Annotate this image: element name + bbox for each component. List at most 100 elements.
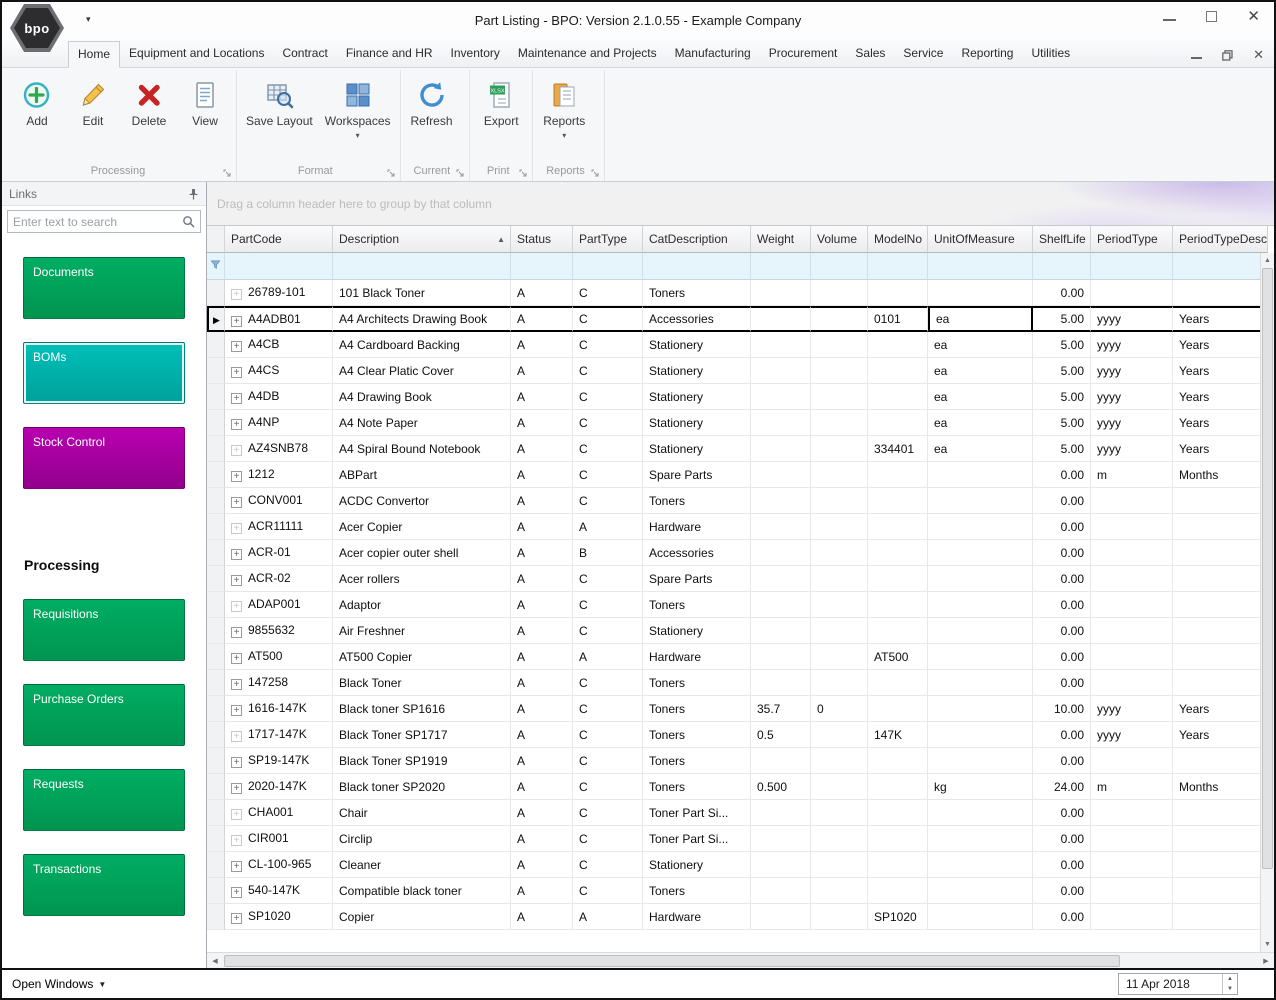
cell-periodtype[interactable]: m xyxy=(1091,774,1173,800)
filter-cell-periodtype[interactable] xyxy=(1091,253,1173,280)
cell-partcode[interactable]: +2020-147K xyxy=(225,774,333,800)
cell-periodtypedesc[interactable] xyxy=(1173,566,1268,592)
column-header-modelno[interactable]: ModelNo xyxy=(868,226,928,253)
cell-shelflife[interactable]: 0.00 xyxy=(1033,800,1091,826)
column-header-parttype[interactable]: PartType xyxy=(573,226,643,253)
cell-description[interactable]: A4 Cardboard Backing xyxy=(333,332,511,358)
cell-catdescription[interactable]: Toners xyxy=(643,280,751,306)
cell-unitofmeasure[interactable] xyxy=(928,644,1033,670)
sidebar-item-stock-control[interactable]: Stock Control xyxy=(23,427,185,489)
cell-parttype[interactable]: C xyxy=(573,774,643,800)
cell-periodtype[interactable] xyxy=(1091,852,1173,878)
cell-description[interactable]: Black Toner SP1717 xyxy=(333,722,511,748)
cell-unitofmeasure[interactable] xyxy=(928,540,1033,566)
filter-cell-shelflife[interactable] xyxy=(1033,253,1091,280)
dialog-launcher-icon[interactable] xyxy=(456,169,464,177)
cell-partcode[interactable]: +ACR11111 xyxy=(225,514,333,540)
cell-periodtypedesc[interactable] xyxy=(1173,878,1268,904)
cell-catdescription[interactable]: Spare Parts xyxy=(643,462,751,488)
cell-weight[interactable] xyxy=(751,748,811,774)
row-indicator-cell[interactable] xyxy=(207,566,225,592)
cell-weight[interactable] xyxy=(751,540,811,566)
mdi-restore-button[interactable] xyxy=(1222,50,1233,61)
cell-periodtype[interactable]: yyyy xyxy=(1091,410,1173,436)
cell-catdescription[interactable]: Toners xyxy=(643,774,751,800)
cell-description[interactable]: ACDC Convertor xyxy=(333,488,511,514)
dialog-launcher-icon[interactable] xyxy=(519,169,527,177)
sidebar-item-purchase-orders[interactable]: Purchase Orders xyxy=(23,684,185,746)
cell-description[interactable]: Cleaner xyxy=(333,852,511,878)
cell-modelno[interactable] xyxy=(868,332,928,358)
cell-periodtypedesc[interactable]: Years xyxy=(1173,722,1268,748)
filter-cell-volume[interactable] xyxy=(811,253,868,280)
cell-volume[interactable] xyxy=(811,748,868,774)
cell-volume[interactable] xyxy=(811,436,868,462)
cell-volume[interactable] xyxy=(811,410,868,436)
cell-shelflife[interactable]: 0.00 xyxy=(1033,540,1091,566)
cell-volume[interactable] xyxy=(811,852,868,878)
mdi-minimize-button[interactable] xyxy=(1191,51,1202,59)
cell-parttype[interactable]: C xyxy=(573,852,643,878)
row-indicator-cell[interactable] xyxy=(207,696,225,722)
cell-shelflife[interactable]: 0.00 xyxy=(1033,592,1091,618)
sidebar-item-boms[interactable]: BOMs xyxy=(23,342,185,404)
cell-shelflife[interactable]: 0.00 xyxy=(1033,852,1091,878)
cell-catdescription[interactable]: Toners xyxy=(643,878,751,904)
cell-unitofmeasure[interactable] xyxy=(928,618,1033,644)
cell-catdescription[interactable]: Hardware xyxy=(643,644,751,670)
cell-volume[interactable] xyxy=(811,332,868,358)
cell-parttype[interactable]: C xyxy=(573,566,643,592)
cell-parttype[interactable]: C xyxy=(573,332,643,358)
cell-shelflife[interactable]: 0.00 xyxy=(1033,722,1091,748)
tab-sales[interactable]: Sales xyxy=(846,41,894,67)
cell-status[interactable]: A xyxy=(511,436,573,462)
cell-periodtypedesc[interactable] xyxy=(1173,826,1268,852)
cell-description[interactable]: AT500 Copier xyxy=(333,644,511,670)
expand-icon[interactable]: + xyxy=(231,419,242,430)
expand-icon[interactable]: + xyxy=(231,731,242,742)
cell-description[interactable]: Acer rollers xyxy=(333,566,511,592)
date-value[interactable]: 11 Apr 2018 xyxy=(1119,974,1222,994)
cell-weight[interactable]: 0.500 xyxy=(751,774,811,800)
cell-status[interactable]: A xyxy=(511,852,573,878)
cell-catdescription[interactable]: Toners xyxy=(643,488,751,514)
cell-periodtype[interactable]: yyyy xyxy=(1091,332,1173,358)
cell-parttype[interactable]: C xyxy=(573,592,643,618)
cell-modelno[interactable] xyxy=(868,566,928,592)
row-indicator-cell[interactable] xyxy=(207,826,225,852)
cell-periodtypedesc[interactable] xyxy=(1173,488,1268,514)
expand-icon[interactable]: + xyxy=(231,341,242,352)
cell-status[interactable]: A xyxy=(511,488,573,514)
cell-periodtypedesc[interactable] xyxy=(1173,644,1268,670)
row-indicator-cell[interactable] xyxy=(207,462,225,488)
cell-status[interactable]: A xyxy=(511,280,573,306)
filter-cell-periodtypedesc[interactable] xyxy=(1173,253,1268,280)
cell-status[interactable]: A xyxy=(511,332,573,358)
cell-volume[interactable] xyxy=(811,618,868,644)
cell-unitofmeasure[interactable] xyxy=(928,826,1033,852)
cell-catdescription[interactable]: Hardware xyxy=(643,904,751,930)
cell-weight[interactable] xyxy=(751,488,811,514)
mdi-close-button[interactable]: ✕ xyxy=(1253,47,1264,63)
cell-shelflife[interactable]: 5.00 xyxy=(1033,384,1091,410)
cell-volume[interactable]: 0 xyxy=(811,696,868,722)
workspaces-button[interactable]: Workspaces▾ xyxy=(319,74,397,141)
cell-shelflife[interactable]: 0.00 xyxy=(1033,280,1091,306)
cell-periodtypedesc[interactable] xyxy=(1173,514,1268,540)
cell-parttype[interactable]: C xyxy=(573,384,643,410)
cell-periodtype[interactable] xyxy=(1091,488,1173,514)
cell-periodtype[interactable]: yyyy xyxy=(1091,384,1173,410)
cell-partcode[interactable]: +AT500 xyxy=(225,644,333,670)
reports-button[interactable]: Reports▾ xyxy=(536,74,592,141)
cell-status[interactable]: A xyxy=(511,644,573,670)
cell-unitofmeasure[interactable]: ea xyxy=(928,358,1033,384)
scroll-up-icon[interactable]: ▲ xyxy=(1261,253,1274,268)
tab-manufacturing[interactable]: Manufacturing xyxy=(666,41,760,67)
row-indicator-cell[interactable] xyxy=(207,800,225,826)
expand-icon[interactable]: + xyxy=(231,913,242,924)
cell-parttype[interactable]: A xyxy=(573,514,643,540)
cell-catdescription[interactable]: Stationery xyxy=(643,618,751,644)
cell-weight[interactable] xyxy=(751,592,811,618)
cell-status[interactable]: A xyxy=(511,306,573,332)
expand-icon[interactable]: + xyxy=(231,289,242,300)
